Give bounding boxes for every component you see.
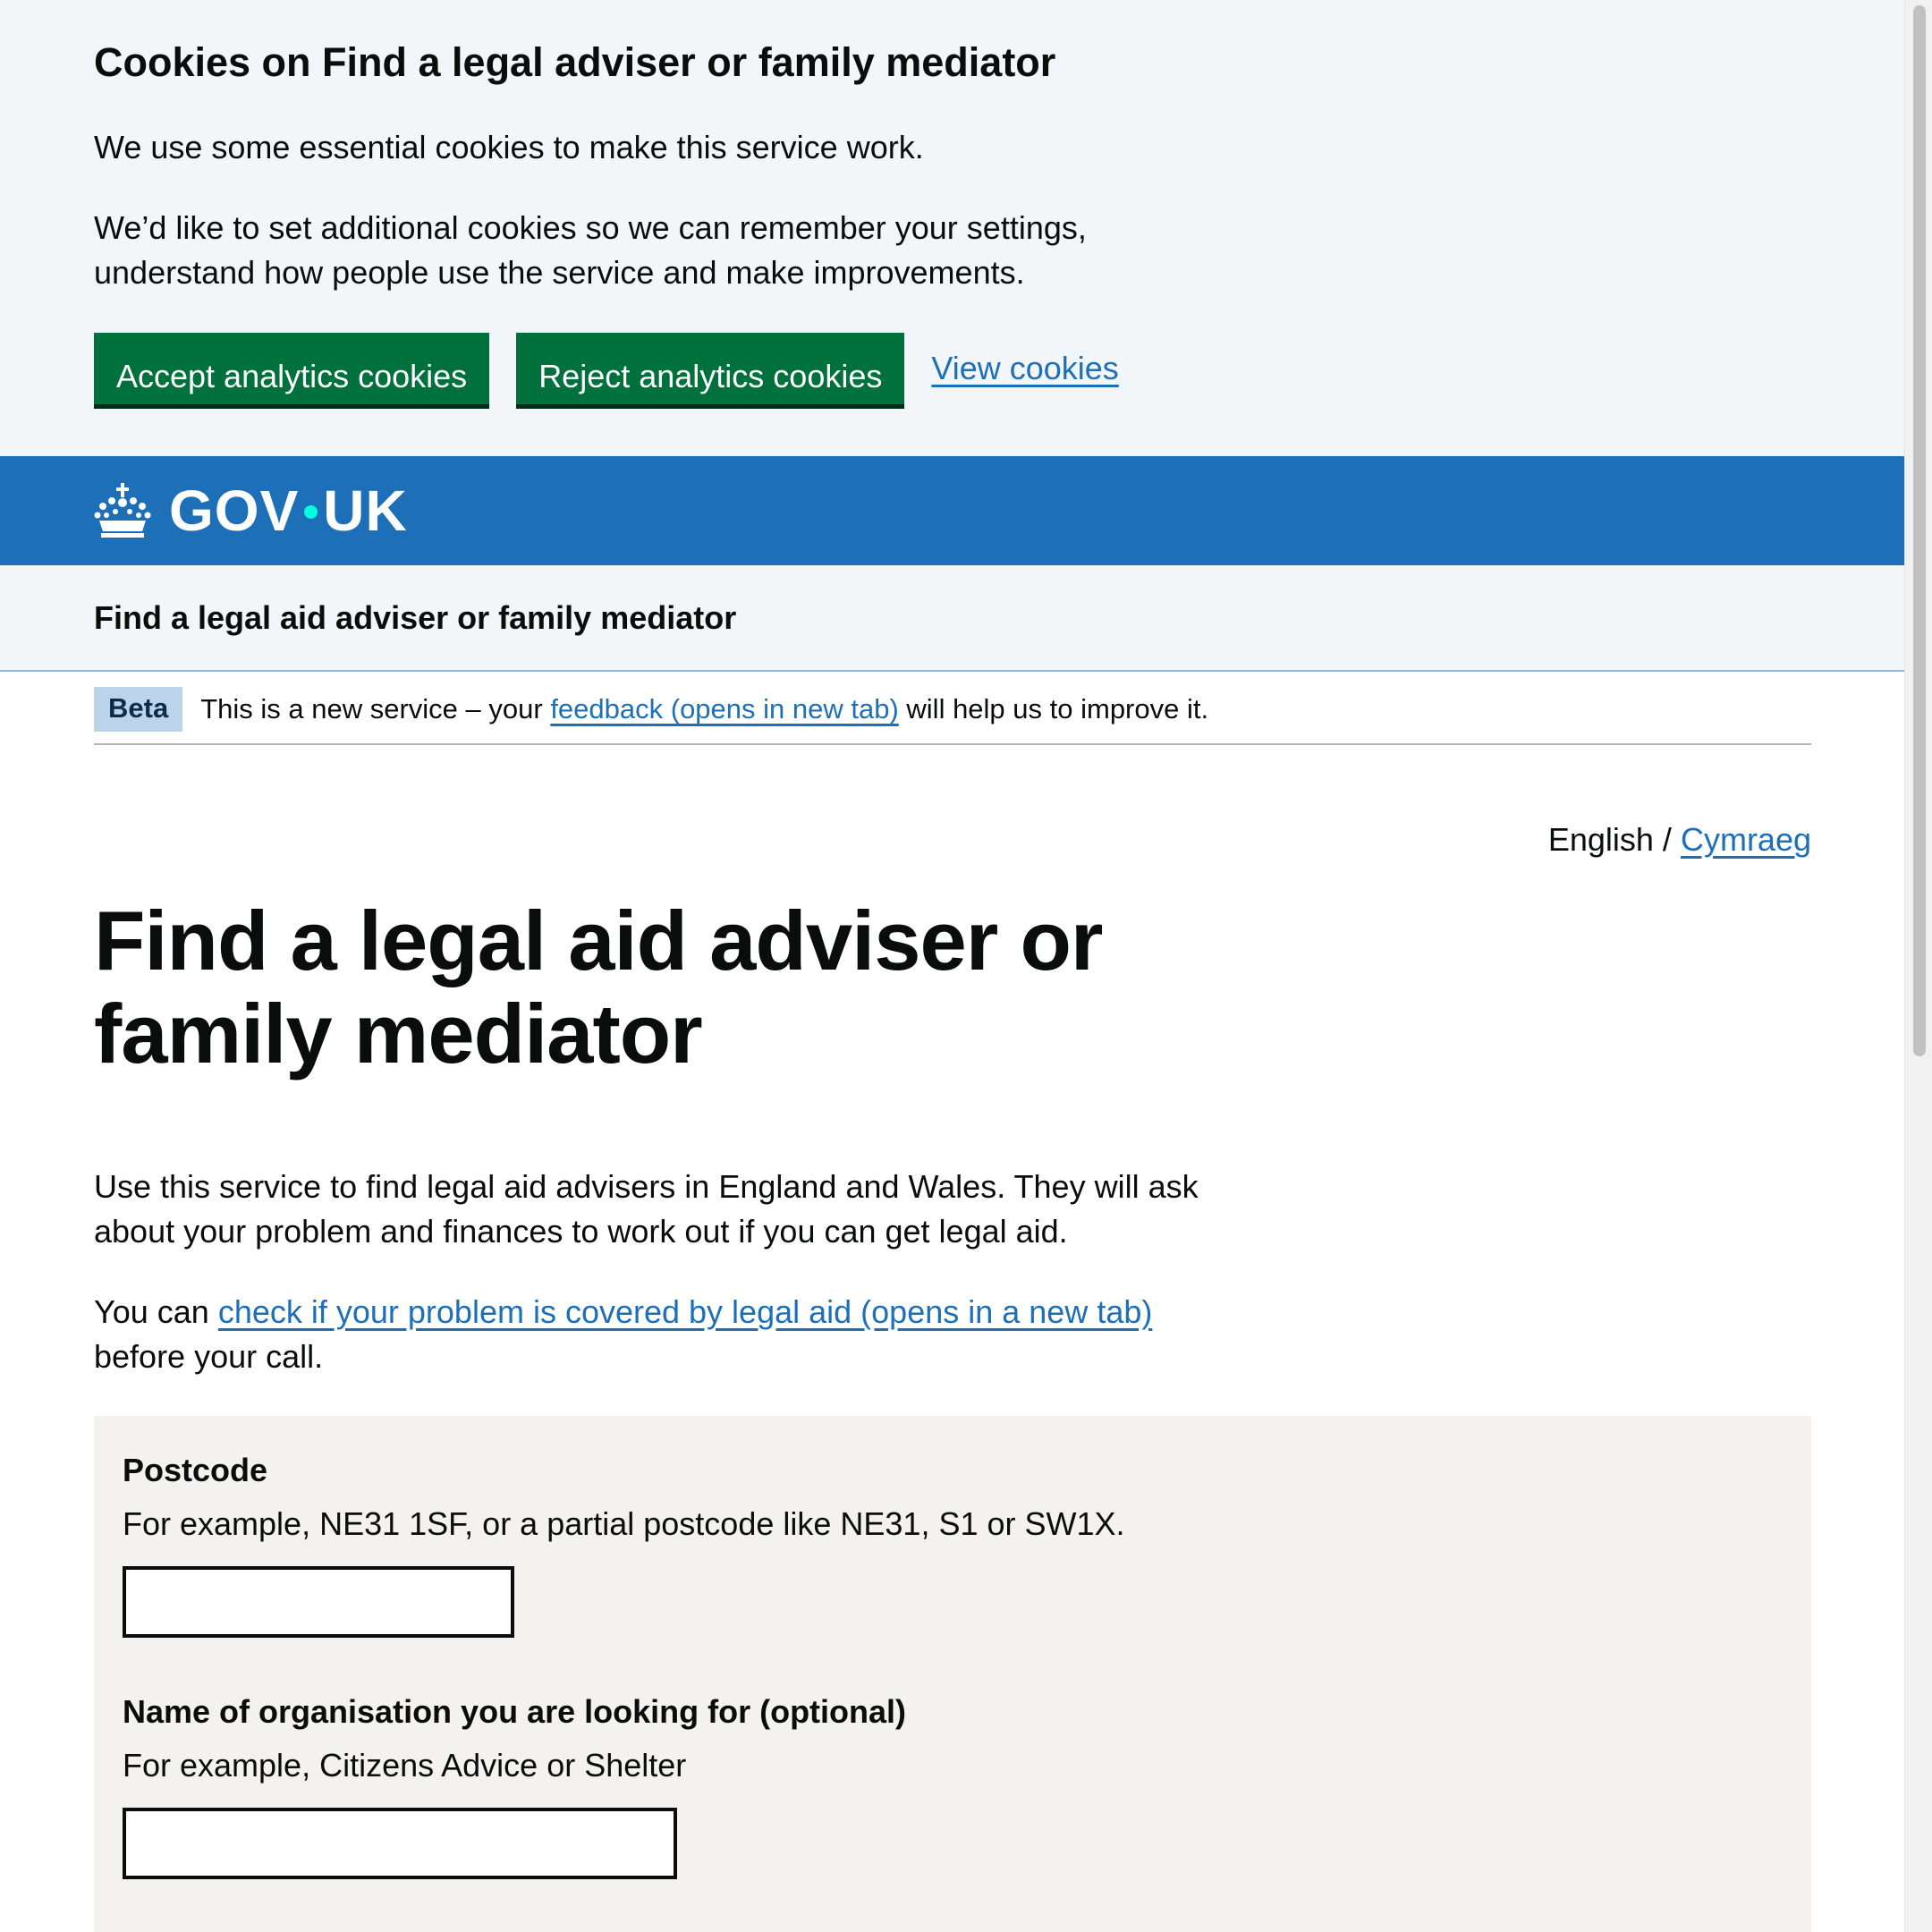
beta-tag: Beta (94, 687, 183, 732)
cookie-banner: Cookies on Find a legal adviser or famil… (0, 0, 1904, 456)
reject-analytics-cookies-button[interactable]: Reject analytics cookies (516, 333, 905, 404)
crown-icon (94, 483, 151, 538)
cookie-banner-actions: Accept analytics cookies Reject analytic… (94, 333, 1203, 404)
coverage-paragraph: You can check if your problem is covered… (94, 1293, 1153, 1375)
postcode-input[interactable] (123, 1566, 514, 1638)
postcode-field: Postcode For example, NE31 1SF, or a par… (123, 1448, 1125, 1638)
language-cymraeg-link[interactable]: Cymraeg (1681, 821, 1811, 858)
service-navigation: Find a legal aid adviser or family media… (0, 565, 1904, 672)
view-cookies-link[interactable]: View cookies (931, 350, 1118, 387)
feedback-link[interactable]: feedback (opens in new tab) (550, 693, 898, 724)
service-name-link[interactable]: Find a legal aid adviser or family media… (94, 597, 736, 639)
phase-banner-text: This is a new service – your feedback (o… (200, 693, 1209, 724)
organisation-field: Name of organisation you are looking for… (123, 1690, 906, 1879)
organisation-hint: For example, Citizens Advice or Shelter (123, 1747, 687, 1784)
govuk-header: GOV UK (0, 456, 1904, 565)
cookie-banner-title: Cookies on Find a legal adviser or famil… (94, 39, 1056, 85)
govuk-logo-text: GOV UK (169, 479, 408, 543)
organisation-label: Name of organisation you are looking for… (123, 1693, 907, 1730)
scrollbar-thumb[interactable] (1913, 5, 1926, 1056)
search-form-panel: Postcode For example, NE31 1SF, or a par… (94, 1416, 1811, 1932)
postcode-label: Postcode (123, 1452, 268, 1488)
language-current: English (1547, 821, 1654, 858)
postcode-hint: For example, NE31 1SF, or a partial post… (123, 1505, 1125, 1542)
organisation-input[interactable] (123, 1808, 677, 1879)
intro-paragraph: Use this service to find legal aid advis… (94, 1168, 1199, 1250)
page-title: Find a legal aid adviser or family media… (94, 894, 1103, 1080)
page-scrollbar[interactable] (1904, 0, 1932, 1932)
govuk-logo-link[interactable]: GOV UK (94, 479, 408, 542)
cookie-banner-text-additional: We’d like to set additional cookies so w… (94, 209, 1087, 291)
check-coverage-link[interactable]: check if your problem is covered by lega… (218, 1293, 1153, 1330)
cookie-banner-text-essential: We use some essential cookies to make th… (94, 129, 924, 165)
cookie-banner-content: Cookies on Find a legal adviser or famil… (94, 34, 1203, 404)
language-separator: / (1662, 821, 1672, 858)
accept-analytics-cookies-button[interactable]: Accept analytics cookies (94, 333, 490, 404)
language-toggle: English / Cymraeg (1548, 818, 1811, 861)
phase-banner: Beta This is a new service – your feedba… (94, 672, 1811, 745)
